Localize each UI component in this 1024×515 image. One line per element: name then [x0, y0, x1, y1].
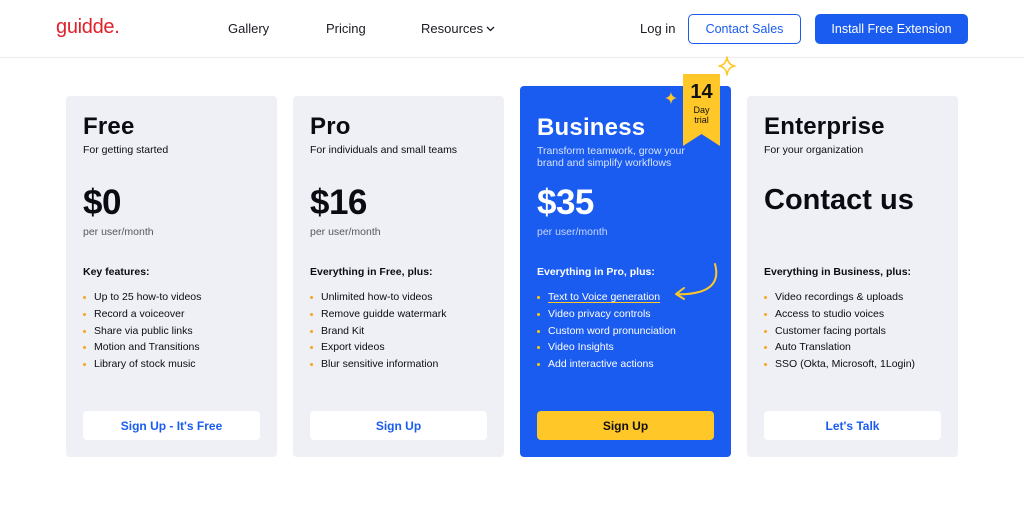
- feature-item: Video privacy controls: [537, 306, 676, 323]
- plan-price: Contact us: [764, 184, 914, 216]
- signup-pro-button[interactable]: Sign Up: [310, 411, 487, 440]
- feature-item: Record a voiceover: [83, 306, 201, 323]
- price-period: per user/month: [83, 226, 154, 238]
- feature-item: Video recordings & uploads: [764, 289, 915, 306]
- trial-badge: 14 Day trial: [683, 74, 720, 146]
- plan-price: $35: [537, 183, 594, 222]
- lets-talk-button[interactable]: Let's Talk: [764, 411, 941, 440]
- feature-item: Add interactive actions: [537, 356, 676, 373]
- feature-item: Blur sensitive information: [310, 356, 446, 373]
- feature-item-highlighted: Text to Voice generation: [537, 289, 676, 306]
- feature-item: SSO (Okta, Microsoft, 1Login): [764, 356, 915, 373]
- plan-subtitle: For getting started: [83, 144, 169, 156]
- sparkle-small-icon: [665, 92, 677, 104]
- plan-card-pro: Pro For individuals and small teams $16 …: [293, 96, 504, 457]
- plan-name: Pro: [310, 113, 351, 140]
- feature-item: Customer facing portals: [764, 323, 915, 340]
- nav-pricing-link[interactable]: Pricing: [326, 21, 366, 36]
- signup-free-button[interactable]: Sign Up - It's Free: [83, 411, 260, 440]
- features-list: Up to 25 how-to videos Record a voiceove…: [83, 289, 201, 373]
- feature-item: Brand Kit: [310, 323, 446, 340]
- feature-item: Up to 25 how-to videos: [83, 289, 201, 306]
- feature-item: Access to studio voices: [764, 306, 915, 323]
- curved-arrow-icon: [675, 263, 718, 300]
- features-title: Everything in Business, plus:: [764, 266, 912, 278]
- plan-name: Free: [83, 113, 135, 140]
- plan-name: Business: [537, 114, 646, 141]
- trial-label-day: Day: [693, 105, 710, 115]
- plan-card-free: Free For getting started $0 per user/mon…: [66, 96, 277, 457]
- feature-item: Video Insights: [537, 339, 676, 356]
- trial-label-trial: trial: [694, 115, 709, 125]
- plan-subtitle: Transform teamwork, grow your brand and …: [537, 145, 685, 169]
- nav-resources-dropdown[interactable]: Resources: [421, 20, 495, 36]
- price-period: per user/month: [310, 226, 381, 238]
- feature-item: Library of stock music: [83, 356, 201, 373]
- feature-item: Remove guidde watermark: [310, 306, 446, 323]
- guidde-logo[interactable]: guidde.: [56, 16, 120, 39]
- trial-label: Day trial: [683, 105, 720, 125]
- top-navbar: guidde. Gallery Pricing Resources Log in…: [0, 0, 1024, 58]
- plan-price: $16: [310, 183, 367, 222]
- plan-subtitle: For your organization: [764, 144, 864, 156]
- highlighted-feature: Text to Voice generation: [548, 291, 661, 303]
- feature-item: Share via public links: [83, 323, 201, 340]
- feature-item: Custom word pronunciation: [537, 323, 676, 340]
- price-period: per user/month: [537, 226, 608, 238]
- features-list: Text to Voice generation Video privacy c…: [537, 289, 676, 373]
- features-title: Key features:: [83, 266, 150, 278]
- nav-gallery-link[interactable]: Gallery: [228, 21, 269, 36]
- plan-subtitle: For individuals and small teams: [310, 144, 458, 156]
- signup-business-button[interactable]: Sign Up: [537, 411, 714, 440]
- features-title: Everything in Pro, plus:: [537, 266, 655, 278]
- plan-name: Enterprise: [764, 113, 885, 140]
- chevron-down-icon: [486, 20, 495, 35]
- features-list: Unlimited how-to videos Remove guidde wa…: [310, 289, 446, 373]
- nav-resources-label: Resources: [421, 21, 484, 36]
- features-title: Everything in Free, plus:: [310, 266, 433, 278]
- login-link[interactable]: Log in: [640, 21, 675, 36]
- install-extension-button[interactable]: Install Free Extension: [815, 14, 968, 44]
- feature-item: Unlimited how-to videos: [310, 289, 446, 306]
- feature-item: Auto Translation: [764, 339, 915, 356]
- plan-card-enterprise: Enterprise For your organization Contact…: [747, 96, 958, 457]
- contact-sales-button[interactable]: Contact Sales: [688, 14, 801, 44]
- feature-item: Export videos: [310, 339, 446, 356]
- feature-item: Motion and Transitions: [83, 339, 201, 356]
- sparkle-icon: [718, 56, 736, 76]
- plan-price: $0: [83, 183, 121, 222]
- features-list: Video recordings & uploads Access to stu…: [764, 289, 915, 373]
- trial-days-number: 14: [690, 81, 713, 103]
